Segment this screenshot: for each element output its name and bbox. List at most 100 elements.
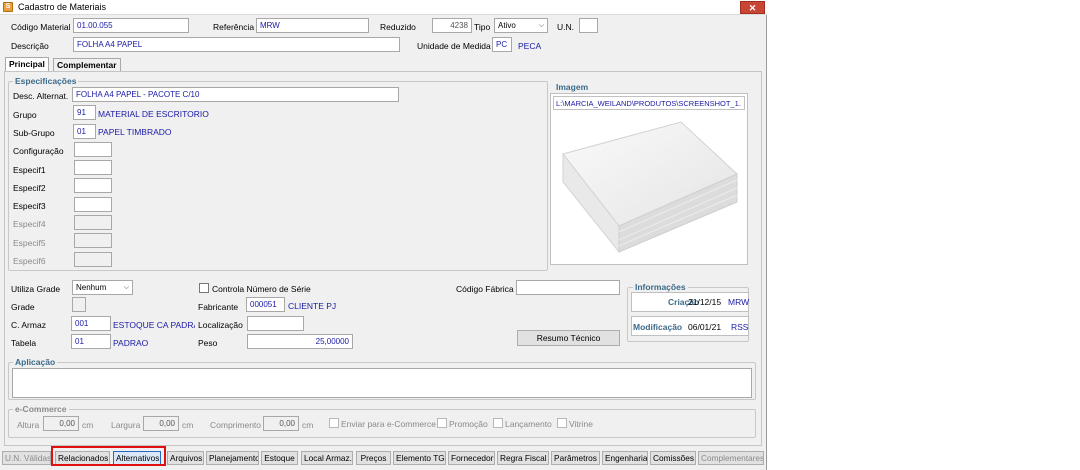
local-armaz-button[interactable]: Local Armaz. bbox=[301, 451, 353, 465]
subgrupo-label: Sub-Grupo bbox=[13, 128, 55, 138]
fornecedor-button[interactable]: Fornecedor bbox=[448, 451, 495, 465]
grupo-code-input[interactable]: 91 bbox=[73, 105, 96, 120]
unidade-name: PECA bbox=[518, 41, 542, 51]
tipo-label: Tipo bbox=[474, 22, 491, 32]
especif5-label: Especif5 bbox=[13, 238, 46, 248]
modificacao-date: 06/01/21 bbox=[688, 322, 722, 332]
lancamento-checkbox bbox=[493, 418, 503, 428]
product-image-frame[interactable]: L:\MARCIA_WEILAND\PRODUTOS\SCREENSHOT_1. bbox=[550, 93, 748, 265]
tipo-select[interactable]: Ativo ⌵ bbox=[494, 18, 548, 33]
chevron-down-icon: ⌵ bbox=[123, 284, 129, 291]
utiliza-grade-label: Utiliza Grade bbox=[11, 284, 61, 294]
altura-input: 0,00 bbox=[43, 416, 79, 431]
estoque-button[interactable]: Estoque bbox=[261, 451, 298, 465]
close-button[interactable]: ✕ bbox=[740, 1, 765, 14]
desc-alt-input[interactable]: FOLHA A4 PAPEL - PACOTE C/10 bbox=[72, 87, 399, 102]
largura-input: 0,00 bbox=[143, 416, 179, 431]
subgrupo-code-input[interactable]: 01 bbox=[73, 124, 96, 139]
especif2-input[interactable] bbox=[74, 178, 112, 193]
criacao-user: MRW bbox=[728, 297, 750, 307]
unidade-label: Unidade de Medida bbox=[417, 41, 491, 51]
carmaz-label: C. Armaz bbox=[11, 320, 46, 330]
desc-alt-label: Desc. Alternat. bbox=[13, 91, 69, 101]
modificacao-label: Modificação bbox=[633, 322, 683, 332]
especificacoes-title: Especificações bbox=[13, 76, 79, 86]
peso-input[interactable]: 25,00000 bbox=[247, 334, 353, 349]
descricao-label: Descrição bbox=[11, 41, 49, 51]
tabela-label: Tabela bbox=[11, 338, 37, 348]
localizacao-label: Localização bbox=[198, 320, 243, 330]
descricao-input[interactable]: FOLHA A4 PAPEL bbox=[73, 37, 400, 52]
fabricante-label: Fabricante bbox=[198, 302, 239, 312]
modificacao-user: RSS bbox=[731, 322, 749, 332]
engenharia-button[interactable]: Engenharia bbox=[602, 451, 648, 465]
imagem-title: Imagem bbox=[554, 82, 591, 92]
imagem-path: L:\MARCIA_WEILAND\PRODUTOS\SCREENSHOT_1. bbox=[553, 96, 745, 110]
especif2-label: Especif2 bbox=[13, 183, 46, 193]
especif3-input[interactable] bbox=[74, 197, 112, 212]
paper-stack-image bbox=[562, 121, 738, 254]
informacoes-title: Informações bbox=[633, 282, 688, 292]
controla-serie-checkbox[interactable] bbox=[199, 283, 209, 293]
especif1-input[interactable] bbox=[74, 160, 112, 175]
app-icon: S bbox=[3, 2, 13, 12]
resumo-tecnico-button[interactable]: Resumo Técnico bbox=[517, 330, 620, 346]
tabela-code-input[interactable]: 01 bbox=[71, 334, 111, 349]
aplicacao-textarea[interactable] bbox=[12, 368, 752, 398]
especif4-label: Especif4 bbox=[13, 219, 46, 229]
vitrine-checkbox bbox=[557, 418, 567, 428]
tipo-value: Ativo bbox=[498, 21, 516, 30]
elemento-tg-button[interactable]: Elemento TG bbox=[393, 451, 446, 465]
complementares-button: Complementares bbox=[698, 451, 764, 465]
un-validas-button: U.N. Válidas bbox=[2, 451, 51, 465]
lancamento-label: Lançamento bbox=[505, 419, 552, 429]
config-input[interactable] bbox=[74, 142, 112, 157]
comprimento-unit: cm bbox=[302, 420, 314, 430]
parametros-button[interactable]: Parâmetros bbox=[551, 451, 600, 465]
window-title: Cadastro de Materiais bbox=[18, 2, 107, 12]
arquivos-button[interactable]: Arquivos bbox=[167, 451, 204, 465]
comprimento-input: 0,00 bbox=[263, 416, 299, 431]
aplicacao-title: Aplicação bbox=[13, 357, 58, 367]
altura-label: Altura bbox=[17, 420, 40, 430]
enviar-ecommerce-checkbox bbox=[329, 418, 339, 428]
title-bar: S Cadastro de Materiais ✕ bbox=[0, 0, 767, 15]
un-input[interactable] bbox=[579, 18, 598, 33]
unidade-code-input[interactable]: PC bbox=[492, 37, 512, 52]
promocao-label: Promoção bbox=[449, 419, 488, 429]
chevron-down-icon: ⌵ bbox=[538, 22, 544, 29]
comprimento-label: Comprimento bbox=[210, 420, 262, 430]
altura-unit: cm bbox=[82, 420, 94, 430]
carmaz-name: ESTOQUE CA PADRAO bbox=[113, 320, 195, 330]
comissoes-button[interactable]: Comissões bbox=[650, 451, 696, 465]
ecommerce-title: e-Commerce bbox=[13, 404, 69, 414]
config-label: Configuração bbox=[13, 146, 64, 156]
regra-fiscal-button[interactable]: Regra Fiscal bbox=[497, 451, 549, 465]
precos-button[interactable]: Preços bbox=[356, 451, 391, 465]
planejamento-button[interactable]: Planejamento bbox=[206, 451, 259, 465]
vitrine-label: Vitrine bbox=[569, 419, 593, 429]
especif5-input bbox=[74, 233, 112, 248]
reduzido-input[interactable]: 4238 bbox=[432, 18, 472, 33]
fabricante-code-input[interactable]: 000051 bbox=[246, 297, 285, 312]
codigo-fabrica-label: Código Fábrica bbox=[456, 284, 514, 294]
peso-label: Peso bbox=[198, 338, 218, 348]
tab-principal[interactable]: Principal bbox=[5, 57, 49, 72]
un-label: U.N. bbox=[557, 22, 574, 32]
carmaz-code-input[interactable]: 001 bbox=[71, 316, 111, 331]
enviar-ecommerce-label: Enviar para e-Commerce bbox=[341, 419, 436, 429]
promocao-checkbox bbox=[437, 418, 447, 428]
largura-unit: cm bbox=[182, 420, 194, 430]
highlight-box bbox=[51, 446, 166, 466]
utiliza-grade-select[interactable]: Nenhum ⌵ bbox=[72, 280, 133, 295]
grupo-label: Grupo bbox=[13, 110, 37, 120]
tab-complementar[interactable]: Complementar bbox=[53, 58, 121, 71]
grade-input bbox=[72, 297, 86, 312]
codigo-fabrica-input[interactable] bbox=[516, 280, 620, 295]
localizacao-input[interactable] bbox=[247, 316, 304, 331]
codigo-input[interactable]: 01.00.055 bbox=[73, 18, 189, 33]
especif1-label: Especif1 bbox=[13, 165, 46, 175]
fabricante-name: CLIENTE PJ bbox=[288, 301, 337, 311]
referencia-input[interactable]: MRW bbox=[256, 18, 369, 33]
codigo-label: Código Material bbox=[11, 22, 71, 32]
